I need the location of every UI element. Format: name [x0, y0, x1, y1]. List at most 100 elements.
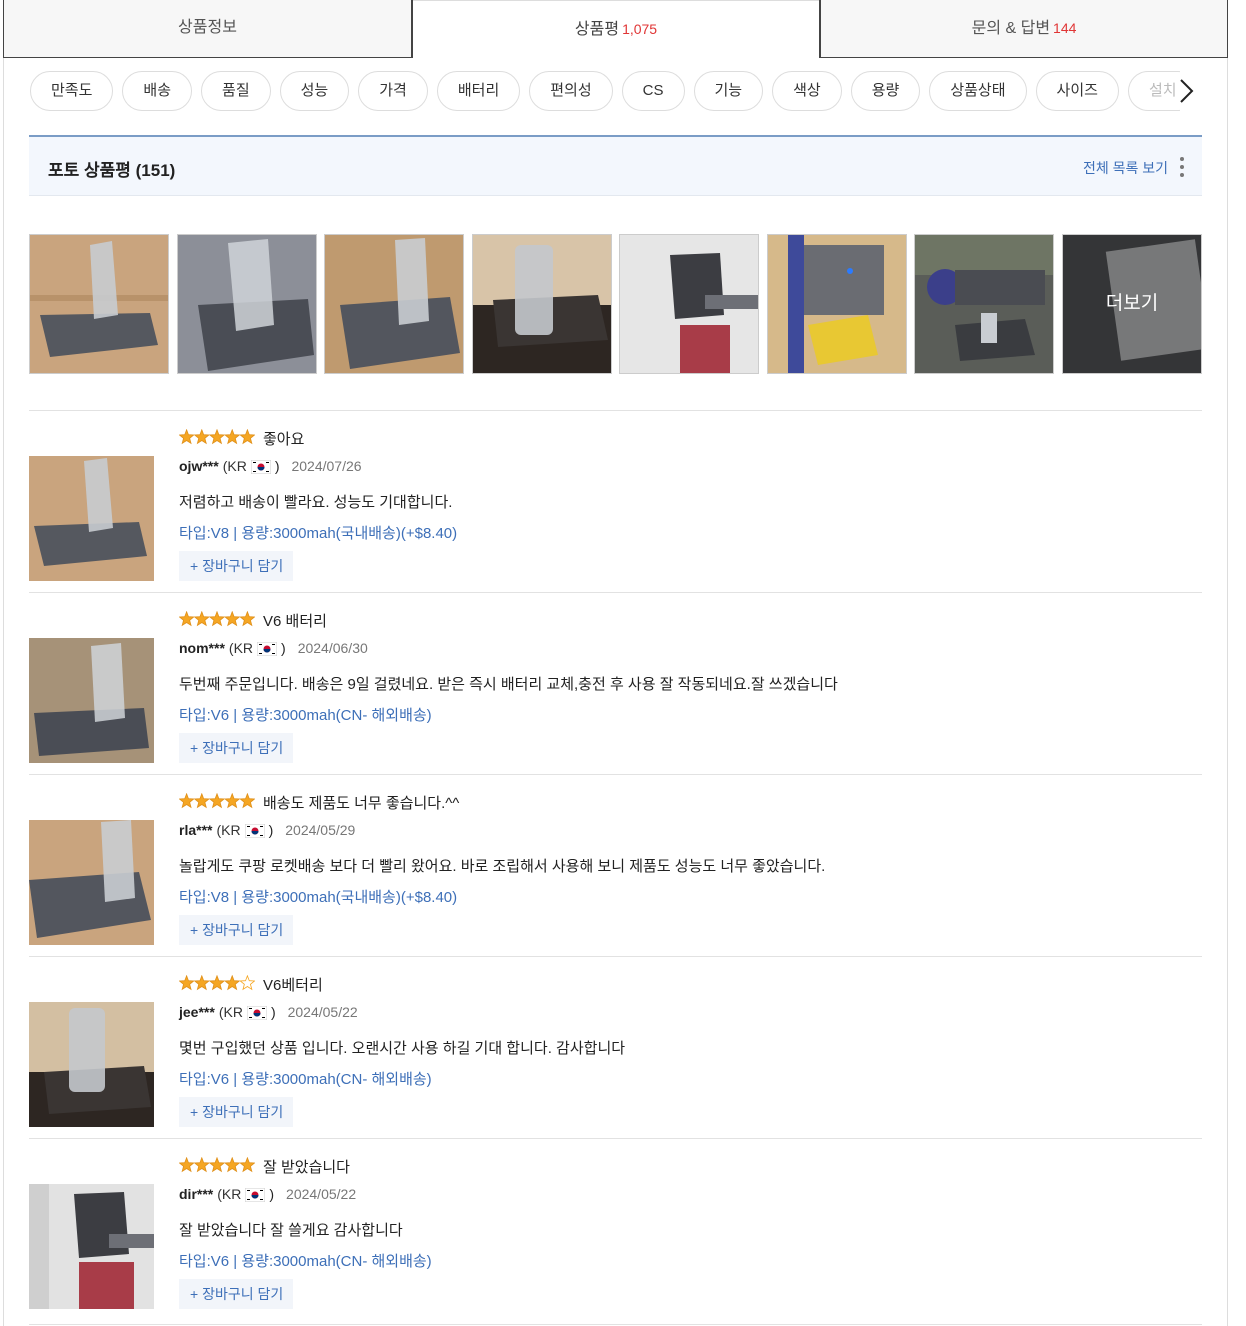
reviewer-id: rla***: [179, 822, 213, 838]
review-option[interactable]: 타입:V6 | 용량:3000mah(CN- 해외배송): [179, 704, 432, 725]
star-icon: [239, 611, 255, 627]
review-tabs: 상품정보 상품평 1,075 문의 & 답변 144: [3, 0, 1228, 58]
filter-chip[interactable]: 성능: [279, 71, 350, 111]
star-icon: [193, 611, 210, 627]
add-to-cart-button[interactable]: + 장바구니 담기: [179, 551, 294, 581]
reviewer-country-close: ): [268, 822, 274, 838]
tab-qna[interactable]: 문의 & 답변 144: [819, 0, 1228, 58]
photo-review-header: 포토 상품평 (151) 전체 목록 보기: [29, 135, 1202, 196]
review-title: V6베터리: [263, 977, 323, 994]
reviewer-country: (KR: [222, 458, 247, 474]
filter-chip[interactable]: 기능: [693, 71, 764, 111]
star-icon: [208, 611, 226, 627]
reviewer-id: ojw***: [179, 458, 219, 474]
tab-reviews[interactable]: 상품평 1,075: [413, 0, 819, 58]
review-text: 두번째 주문입니다. 배송은 9일 걸렸네요. 받은 즉시 배터리 교체,충전 …: [179, 676, 838, 693]
filter-chip[interactable]: 만족도: [30, 71, 114, 111]
star-icon: [224, 975, 241, 991]
photo-strip: 더보기: [29, 234, 1202, 374]
reviewer-country-close: ): [269, 1186, 275, 1202]
battery-photo-image: [30, 235, 168, 373]
review-photo[interactable]: [324, 234, 464, 374]
star-icon: [193, 429, 210, 445]
star-icon: [239, 793, 255, 809]
tab-label: 문의 & 답변: [971, 20, 1051, 37]
review-option[interactable]: 타입:V6 | 용량:3000mah(CN- 해외배송): [179, 1250, 432, 1271]
star-icon: [239, 975, 255, 991]
frame-border-right: [1227, 58, 1228, 1326]
korea-flag-icon: [245, 1188, 266, 1202]
review-photo[interactable]: [29, 234, 169, 374]
reviewer-id: jee***: [179, 1004, 215, 1020]
star-icon: [179, 793, 195, 809]
filter-chip[interactable]: 배터리: [436, 71, 521, 111]
star-icon: [224, 429, 241, 445]
review-item: 잘 받았습니다 dir*** (KR) 2024/05/22 잘 받았습니다 잘 쓸…: [29, 1138, 1202, 1320]
tab-count: 1,075: [622, 21, 658, 37]
vacuum-photo-image: [768, 235, 906, 373]
star-rating: [179, 1157, 255, 1173]
reviewer-country: (KR: [217, 1186, 242, 1202]
korea-flag-icon: [244, 824, 265, 838]
star-icon: [224, 1157, 241, 1173]
review-option[interactable]: 타입:V6 | 용량:3000mah(CN- 해외배송): [179, 1068, 432, 1089]
tab-label: 상품정보: [178, 19, 237, 36]
add-to-cart-button[interactable]: + 장바구니 담기: [179, 1279, 294, 1309]
filter-chip[interactable]: 사이즈: [1035, 71, 1119, 111]
review-photo[interactable]: [619, 234, 759, 374]
review-thumbnail[interactable]: [29, 456, 154, 581]
star-icon: [208, 429, 226, 445]
review-thumbnail[interactable]: [29, 820, 154, 945]
tab-count: 144: [1053, 20, 1077, 36]
review-title: 좋아요: [263, 431, 305, 448]
filter-chip[interactable]: 가격: [358, 71, 428, 111]
review-thumbnail[interactable]: [29, 638, 154, 763]
review-meta: jee*** (KR) 2024/05/22: [179, 1004, 358, 1020]
review-date: 2024/05/22: [286, 1186, 357, 1202]
star-icon: [179, 975, 195, 991]
filter-chip[interactable]: CS: [621, 71, 685, 111]
star-icon: [179, 429, 195, 445]
battery-photo-image: [29, 1002, 154, 1127]
review-item: V6베터리 jee*** (KR) 2024/05/22 몇번 구입했던 상품 입니…: [29, 956, 1202, 1138]
review-photo[interactable]: [472, 234, 612, 374]
review-photo[interactable]: [767, 234, 907, 374]
filter-chip[interactable]: 배송: [122, 71, 193, 111]
star-icon: [193, 1157, 210, 1173]
chevron-right-icon[interactable]: [1170, 76, 1200, 106]
filter-chip[interactable]: 품질: [201, 71, 271, 111]
review-item: V6 배터리 nom*** (KR) 2024/06/30 두번째 주문입니다. 배…: [29, 592, 1202, 774]
star-rating: [179, 975, 255, 991]
filter-chip[interactable]: 색상: [772, 71, 842, 111]
filter-chip-bar: 만족도 배송 품질 성능 가격 배터리 편의성 CS 기능 색상 용량 상품상태 사이즈 설치: [30, 71, 1180, 111]
battery-photo-image: [29, 820, 154, 945]
review-photo[interactable]: [914, 234, 1054, 374]
photo-review-title: 포토 상품평 (151): [48, 161, 176, 180]
review-photo-more[interactable]: 더보기: [1062, 234, 1202, 374]
review-option[interactable]: 타입:V8 | 용량:3000mah(국내배송)(+$8.40): [179, 886, 457, 907]
battery-photo-image: [178, 235, 316, 373]
review-thumbnail[interactable]: [29, 1002, 154, 1127]
review-option[interactable]: 타입:V8 | 용량:3000mah(국내배송)(+$8.40): [179, 522, 457, 543]
more-vertical-icon[interactable]: [1179, 157, 1185, 179]
frame-border-left: [3, 58, 4, 1326]
vacuum-photo-image: [915, 235, 1053, 373]
review-title: 배송도 제품도 너무 좋습니다.^^: [263, 795, 460, 812]
filter-chip[interactable]: 용량: [850, 71, 921, 111]
reviewer-id: nom***: [179, 640, 225, 656]
tab-label: 상품평: [574, 21, 620, 38]
add-to-cart-button[interactable]: + 장바구니 담기: [179, 915, 294, 945]
add-to-cart-button[interactable]: + 장바구니 담기: [179, 1097, 294, 1127]
review-date: 2024/05/22: [287, 1004, 358, 1020]
tab-product-info[interactable]: 상품정보: [3, 0, 413, 58]
filter-chip[interactable]: 편의성: [529, 71, 613, 111]
review-thumbnail[interactable]: [29, 1184, 154, 1309]
review-photo[interactable]: [177, 234, 317, 374]
add-to-cart-button[interactable]: + 장바구니 담기: [179, 733, 294, 763]
star-rating: [179, 611, 255, 627]
filter-chip[interactable]: 상품상태: [929, 71, 1027, 111]
review-date: 2024/07/26: [291, 458, 362, 474]
star-icon: [224, 611, 241, 627]
view-all-link[interactable]: 전체 목록 보기: [1083, 158, 1168, 178]
review-date: 2024/06/30: [297, 640, 368, 656]
